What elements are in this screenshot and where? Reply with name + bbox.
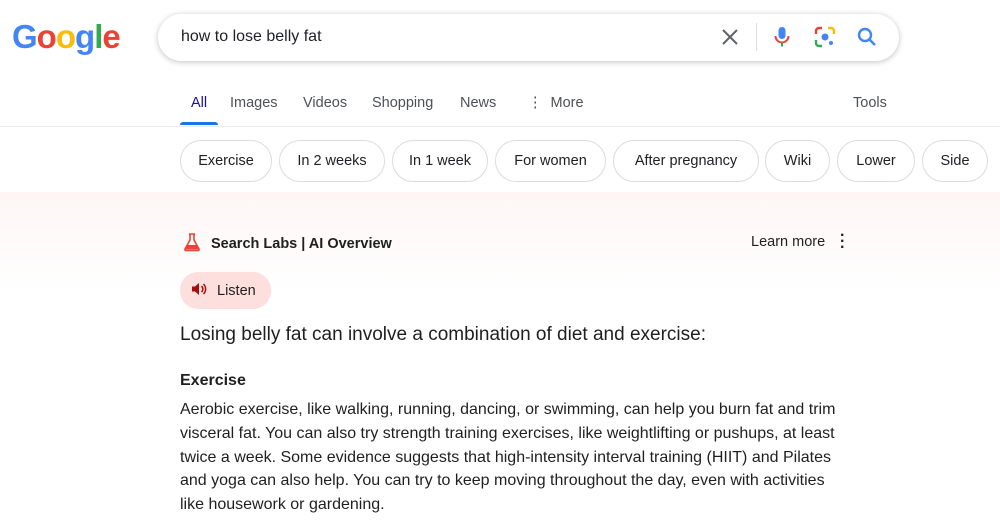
ai-overview-background <box>0 192 1000 292</box>
logo-letter: G <box>12 18 38 55</box>
logo-letter: o <box>36 18 57 55</box>
tab-shopping[interactable]: Shopping <box>372 95 433 111</box>
chip-in-2-weeks[interactable]: In 2 weeks <box>279 140 385 182</box>
chip-side[interactable]: Side <box>922 140 988 182</box>
microphone-icon[interactable] <box>770 25 794 49</box>
active-tab-indicator <box>180 122 218 125</box>
chip-after-pregnancy[interactable]: After pregnancy <box>613 140 759 182</box>
flask-icon <box>182 232 202 256</box>
tab-all[interactable]: All <box>191 95 207 111</box>
section-heading: Exercise <box>180 372 246 389</box>
ai-overview-header: Search Labs | AI Overview <box>182 232 392 256</box>
google-logo[interactable]: Google <box>12 18 121 56</box>
listen-label: Listen <box>217 282 256 299</box>
search-input[interactable]: how to lose belly fat <box>181 28 322 46</box>
more-options-icon[interactable]: · · · <box>840 228 845 256</box>
tab-videos[interactable]: Videos <box>303 95 347 111</box>
ai-overview-summary: Losing belly fat can involve a combinati… <box>180 324 706 345</box>
chip-wiki[interactable]: Wiki <box>765 140 830 182</box>
tools-button[interactable]: Tools <box>853 95 887 111</box>
logo-letter: o <box>55 18 76 55</box>
tab-news[interactable]: News <box>460 95 496 111</box>
listen-button[interactable]: Listen <box>180 272 271 309</box>
chip-lower[interactable]: Lower <box>837 140 915 182</box>
ai-overview-title: Search Labs | AI Overview <box>211 236 392 252</box>
search-box[interactable]: how to lose belly fat <box>158 14 899 61</box>
tab-images[interactable]: Images <box>230 95 278 111</box>
logo-letter: g <box>75 18 95 55</box>
chip-for-women[interactable]: For women <box>495 140 606 182</box>
more-vert-icon: ⋮ <box>528 95 543 111</box>
logo-letter: e <box>102 18 120 55</box>
close-icon[interactable] <box>718 25 742 49</box>
learn-more-link[interactable]: Learn more <box>751 234 825 250</box>
chip-in-1-week[interactable]: In 1 week <box>392 140 488 182</box>
section-text: Aerobic exercise, like walking, running,… <box>180 401 836 514</box>
divider <box>756 23 757 51</box>
search-icon[interactable] <box>855 25 879 49</box>
speaker-icon <box>191 281 207 301</box>
tab-more-label: More <box>550 95 584 111</box>
divider <box>0 126 1000 127</box>
tab-more[interactable]: ⋮ More <box>528 95 584 111</box>
lens-icon[interactable] <box>813 25 837 49</box>
chip-exercise[interactable]: Exercise <box>180 140 272 182</box>
